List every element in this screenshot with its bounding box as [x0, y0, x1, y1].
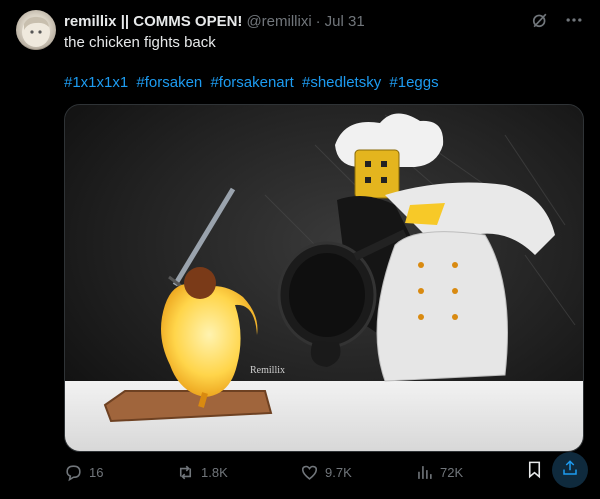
artwork-illustration: Remillix [65, 105, 583, 451]
author-name[interactable]: remillix || COMMS OPEN! [64, 13, 242, 30]
hashtag-link[interactable]: #1x1x1x1 [64, 74, 128, 91]
artist-signature: Remillix [250, 365, 285, 376]
views-button[interactable]: 72K [415, 458, 463, 486]
hashtag-link[interactable]: #1eggs [389, 74, 438, 91]
avatar-image [16, 16, 56, 50]
tweet-media-image[interactable]: Remillix [64, 104, 584, 452]
tweet-date[interactable]: Jul 31 [325, 13, 365, 30]
share-button[interactable] [552, 452, 588, 488]
hashtag-link[interactable]: #shedletsky [302, 74, 381, 91]
bookmark-button[interactable] [525, 458, 544, 486]
views-icon [415, 463, 440, 482]
top-icons [530, 10, 584, 30]
views-count: 72K [440, 464, 464, 480]
hashtag-link[interactable]: #forsakenart [210, 74, 293, 91]
tweet-text: the chicken fights back [64, 34, 216, 51]
author-handle[interactable]: @remillixi [246, 13, 311, 30]
action-bar: 16 1.8K 9.7K 72K [64, 452, 588, 488]
reply-count: 16 [89, 464, 104, 480]
reply-button[interactable]: 16 [64, 458, 103, 486]
separator-dot: · [315, 12, 321, 30]
repost-icon [176, 463, 201, 482]
bookmark-icon [525, 460, 544, 484]
share-icon [561, 459, 579, 482]
like-count: 9.7K [325, 464, 352, 480]
hashtag-list: #1x1x1x1 #forsaken #forsakenart #shedlet… [64, 73, 443, 93]
reply-icon [64, 463, 89, 482]
tweet[interactable]: remillix || COMMS OPEN! @remillixi · Jul… [0, 0, 600, 499]
heart-icon [300, 463, 325, 482]
repost-button[interactable]: 1.8K [176, 458, 228, 486]
hashtag-link[interactable]: #forsaken [136, 74, 202, 91]
tweet-header: remillix || COMMS OPEN! @remillixi · Jul… [64, 11, 365, 31]
repost-count: 1.8K [201, 464, 228, 480]
grok-icon[interactable] [530, 10, 550, 30]
like-button[interactable]: 9.7K [300, 458, 352, 486]
more-icon[interactable] [564, 10, 584, 30]
avatar[interactable] [16, 10, 56, 50]
